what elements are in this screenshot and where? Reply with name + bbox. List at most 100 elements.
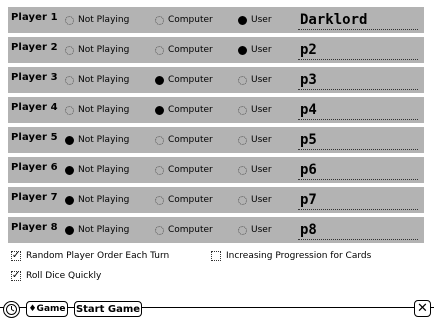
player-name-field[interactable]: p6: [298, 160, 418, 180]
radio-button[interactable]: [238, 225, 247, 235]
radio-computer[interactable]: Computer: [155, 223, 213, 237]
player-name-field[interactable]: p2: [298, 40, 418, 60]
radio-label: User: [251, 225, 272, 235]
radio-user[interactable]: User: [238, 43, 272, 57]
radio-button[interactable]: [155, 45, 164, 55]
radio-not-playing[interactable]: Not Playing: [65, 193, 129, 207]
player-label: Player 5: [11, 132, 58, 143]
radio-button[interactable]: [155, 195, 164, 205]
radio-button-selected[interactable]: [155, 75, 164, 85]
radio-label: User: [251, 45, 272, 55]
random-order-option[interactable]: ✓ Random Player Order Each Turn: [11, 251, 169, 261]
player-name-field[interactable]: p4: [298, 100, 418, 120]
roll-dice-quickly-checkbox[interactable]: ✓: [11, 271, 21, 281]
radio-user[interactable]: User: [238, 223, 272, 237]
radio-computer[interactable]: Computer: [155, 43, 213, 57]
player-name-field[interactable]: p7: [298, 190, 418, 210]
radio-button[interactable]: [65, 45, 74, 55]
player-name-field[interactable]: p3: [298, 70, 418, 90]
clock-icon[interactable]: [3, 301, 20, 318]
radio-label: User: [251, 105, 272, 115]
radio-label: User: [251, 195, 272, 205]
player-row-3: Player 3 Not Playing Computer User p3: [8, 67, 424, 93]
random-order-label: Random Player Order Each Turn: [26, 251, 170, 261]
radio-user[interactable]: User: [238, 193, 272, 207]
radio-not-playing[interactable]: Not Playing: [65, 163, 129, 177]
player-row-5: Player 5 Not Playing Computer User p5: [8, 127, 424, 153]
radio-button[interactable]: [238, 165, 247, 175]
radio-user[interactable]: User: [238, 133, 272, 147]
radio-not-playing[interactable]: Not Playing: [65, 133, 129, 147]
radio-button[interactable]: [238, 195, 247, 205]
radio-label: Not Playing: [78, 105, 130, 115]
radio-button-selected[interactable]: [65, 225, 74, 235]
player-list: Player 1 Not Playing Computer User Darkl…: [8, 7, 424, 247]
radio-button-selected[interactable]: [238, 15, 247, 25]
radio-computer[interactable]: Computer: [155, 73, 213, 87]
radio-not-playing[interactable]: Not Playing: [65, 223, 129, 237]
radio-label: User: [251, 75, 272, 85]
radio-label: Computer: [168, 195, 213, 205]
radio-label: Not Playing: [78, 195, 130, 205]
radio-label: Computer: [168, 45, 213, 55]
player-label: Player 7: [11, 192, 58, 203]
player-label: Player 3: [11, 72, 58, 83]
roll-dice-quickly-label: Roll Dice Quickly: [26, 271, 102, 281]
radio-not-playing[interactable]: Not Playing: [65, 73, 129, 87]
increasing-progression-label: Increasing Progression for Cards: [226, 251, 372, 261]
radio-computer[interactable]: Computer: [155, 103, 213, 117]
radio-button-selected[interactable]: [155, 105, 164, 115]
player-row-7: Player 7 Not Playing Computer User p7: [8, 187, 424, 213]
radio-not-playing[interactable]: Not Playing: [65, 103, 129, 117]
radio-button-selected[interactable]: [238, 45, 247, 55]
player-name-field[interactable]: Darklord: [298, 10, 418, 30]
radio-label: Not Playing: [78, 75, 130, 85]
radio-user[interactable]: User: [238, 73, 272, 87]
close-icon[interactable]: ✕: [414, 300, 431, 317]
radio-button[interactable]: [155, 225, 164, 235]
radio-computer[interactable]: Computer: [155, 163, 213, 177]
player-row-1: Player 1 Not Playing Computer User Darkl…: [8, 7, 424, 33]
radio-button[interactable]: [65, 15, 74, 25]
radio-label: Computer: [168, 225, 213, 235]
radio-label: User: [251, 135, 272, 145]
player-name-field[interactable]: p8: [298, 220, 418, 240]
radio-not-playing[interactable]: Not Playing: [65, 13, 129, 27]
radio-user[interactable]: User: [238, 13, 272, 27]
radio-computer[interactable]: Computer: [155, 133, 213, 147]
increasing-progression-option[interactable]: Increasing Progression for Cards: [211, 251, 371, 261]
radio-button-selected[interactable]: [65, 135, 74, 145]
radio-computer[interactable]: Computer: [155, 193, 213, 207]
radio-computer[interactable]: Computer: [155, 13, 213, 27]
player-row-2: Player 2 Not Playing Computer User p2: [8, 37, 424, 63]
player-label: Player 1: [11, 12, 58, 23]
radio-button-selected[interactable]: [65, 165, 74, 175]
clock-icon-glyph: [6, 304, 17, 315]
player-label: Player 8: [11, 222, 58, 233]
radio-button[interactable]: [238, 75, 247, 85]
radio-button[interactable]: [155, 165, 164, 175]
player-label: Player 6: [11, 162, 58, 173]
radio-button[interactable]: [155, 135, 164, 145]
increasing-progression-checkbox[interactable]: [211, 251, 221, 261]
radio-label: Computer: [168, 15, 213, 25]
radio-not-playing[interactable]: Not Playing: [65, 43, 129, 57]
roll-dice-quickly-option[interactable]: ✓ Roll Dice Quickly: [11, 271, 101, 281]
radio-button[interactable]: [238, 105, 247, 115]
radio-user[interactable]: User: [238, 163, 272, 177]
radio-label: Not Playing: [78, 165, 130, 175]
radio-label: Computer: [168, 105, 213, 115]
radio-button[interactable]: [65, 75, 74, 85]
radio-button[interactable]: [238, 135, 247, 145]
radio-button[interactable]: [155, 15, 164, 25]
player-name-field[interactable]: p5: [298, 130, 418, 150]
radio-label: Not Playing: [78, 45, 130, 55]
radio-label: Computer: [168, 165, 213, 175]
radio-user[interactable]: User: [238, 103, 272, 117]
radio-button-selected[interactable]: [65, 195, 74, 205]
radio-label: Not Playing: [78, 15, 130, 25]
radio-button[interactable]: [65, 105, 74, 115]
game-menu-button[interactable]: ♦Game: [26, 301, 68, 317]
start-game-button[interactable]: Start Game: [74, 301, 142, 317]
random-order-checkbox[interactable]: ✓: [11, 251, 21, 261]
